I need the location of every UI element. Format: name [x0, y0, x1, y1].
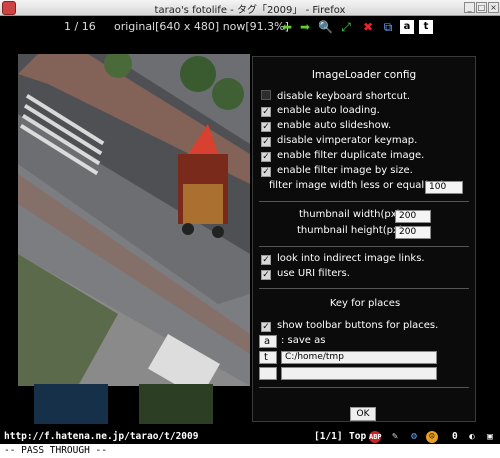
- option-disable-vimperator-keymap[interactable]: ✓ disable vimperator keymap.: [261, 135, 417, 149]
- separator: [259, 246, 469, 247]
- checkbox[interactable]: ✓: [261, 322, 271, 332]
- config-title: ImageLoader config: [311, 69, 417, 81]
- t-key-icon[interactable]: t: [419, 20, 433, 34]
- place-key-input[interactable]: [259, 367, 277, 380]
- checkbox[interactable]: ✓: [261, 270, 271, 280]
- thumb-width-input[interactable]: 200: [395, 210, 431, 223]
- image-counter: 1 / 16: [64, 20, 96, 33]
- zoom-icon[interactable]: 🔍: [318, 20, 333, 34]
- place-key-input[interactable]: t: [259, 351, 277, 364]
- option-show-toolbar-buttons[interactable]: ✓ show toolbar buttons for places.: [261, 320, 438, 334]
- option-disable-keyboard-shortcut[interactable]: disable keyboard shortcut.: [261, 90, 410, 104]
- place-path-input[interactable]: C:/home/tmp: [281, 351, 437, 364]
- checkbox[interactable]: ✓: [261, 107, 271, 117]
- status-position: [1/1]: [314, 431, 343, 442]
- close-icon[interactable]: ✖: [361, 20, 375, 34]
- place-key-input[interactable]: a: [259, 335, 277, 348]
- separator: [259, 201, 469, 202]
- thumbnail[interactable]: [139, 384, 213, 424]
- option-auto-loading[interactable]: ✓ enable auto loading.: [261, 105, 380, 119]
- checkbox[interactable]: ✓: [261, 137, 271, 147]
- image-size-info: original[640 x 480] now[91.3%]: [114, 20, 289, 33]
- status-url: http://f.hatena.ne.jp/tarao/t/2009: [4, 431, 199, 442]
- pencil-icon[interactable]: ✎: [389, 431, 401, 443]
- status-bar: http://f.hatena.ne.jp/tarao/t/2009 [1/1]…: [0, 430, 500, 444]
- smiley-icon[interactable]: ☺: [426, 431, 438, 443]
- checkbox[interactable]: ✓: [261, 122, 271, 132]
- viewer-toolbar: 1 / 16 original[640 x 480] now[91.3%] ⬅ …: [0, 16, 500, 38]
- gear-icon[interactable]: ⚙: [408, 431, 420, 443]
- imageloader-config-panel: ImageLoader config disable keyboard shor…: [252, 56, 476, 422]
- prev-arrow-icon[interactable]: ⬅: [280, 20, 294, 34]
- thumb-height-label: thumbnail height(px): [297, 225, 403, 236]
- status-top: Top: [349, 431, 367, 442]
- filter-width-input[interactable]: 100: [425, 181, 463, 194]
- a-key-icon[interactable]: a: [400, 20, 414, 34]
- separator: [259, 387, 469, 388]
- checkbox[interactable]: [261, 90, 271, 100]
- option-uri-filters[interactable]: ✓ use URI filters.: [261, 268, 350, 282]
- place-value-text: : save as: [281, 335, 326, 346]
- copy-icon[interactable]: ⧉: [381, 20, 395, 34]
- option-auto-slideshow[interactable]: ✓ enable auto slideshow.: [261, 120, 391, 134]
- status-toggle-icon[interactable]: ▣: [484, 431, 496, 443]
- thumb-height-input[interactable]: 200: [395, 226, 431, 239]
- places-title: Key for places: [329, 298, 401, 309]
- command-line[interactable]: -- PASS THROUGH --: [0, 444, 500, 458]
- window-close-button[interactable]: ×: [488, 2, 499, 13]
- option-filter-by-size[interactable]: ✓ enable filter image by size.: [261, 165, 413, 179]
- window-title: tarao's fotolife - タグ「2009」 - Firefox: [154, 5, 346, 16]
- next-arrow-icon[interactable]: ➡: [298, 20, 312, 34]
- image-viewer: 1 / 16 original[640 x 480] now[91.3%] ⬅ …: [0, 16, 500, 430]
- place-path-input[interactable]: [281, 367, 437, 380]
- separator: [259, 288, 469, 289]
- ok-button[interactable]: OK: [350, 407, 376, 421]
- thumb-width-label: thumbnail width(px): [299, 209, 401, 220]
- status-count: 0: [452, 431, 458, 442]
- filter-width-label: filter image width less or equal(px): [269, 180, 445, 191]
- checkbox[interactable]: ✓: [261, 255, 271, 265]
- maximize-button[interactable]: □: [476, 2, 487, 13]
- option-indirect-links[interactable]: ✓ look into indirect image links.: [261, 253, 425, 267]
- checkbox[interactable]: ✓: [261, 152, 271, 162]
- thumbnail[interactable]: [34, 384, 108, 424]
- status-indicator-icon: ◐: [469, 432, 475, 442]
- fit-icon[interactable]: ⤢: [339, 20, 353, 34]
- adblock-icon[interactable]: ABP: [369, 431, 382, 443]
- checkbox[interactable]: ✓: [261, 167, 271, 177]
- main-photo[interactable]: [18, 54, 250, 386]
- option-filter-duplicate[interactable]: ✓ enable filter duplicate image.: [261, 150, 424, 164]
- minimize-button[interactable]: _: [464, 2, 475, 13]
- window-titlebar: tarao's fotolife - タグ「2009」 - Firefox _ …: [0, 0, 500, 16]
